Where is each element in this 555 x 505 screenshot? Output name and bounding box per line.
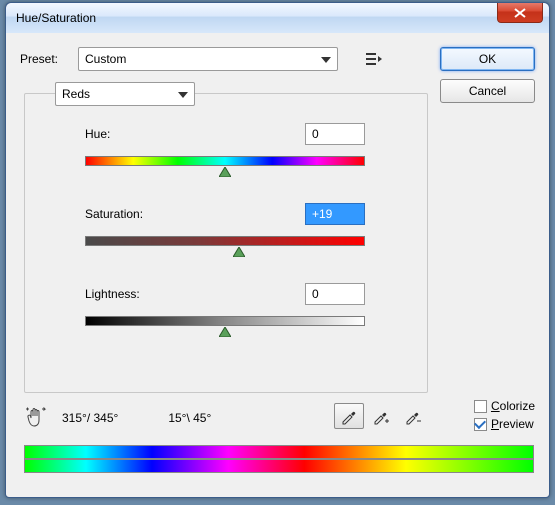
angle-right: 15°\ 45° [168, 411, 211, 425]
window-title: Hue/Saturation [16, 11, 96, 25]
angle-left: 315°/ 345° [62, 411, 118, 425]
cancel-button[interactable]: Cancel [440, 79, 535, 103]
hue-input[interactable]: 0 [305, 123, 365, 145]
ok-button[interactable]: OK [440, 47, 535, 71]
range-row: 315°/ 345° 15°\ 45° [24, 403, 428, 433]
options-checkboxes: Colorize Preview [474, 399, 535, 431]
color-bar-bottom[interactable] [24, 459, 534, 473]
adjustment-group: Reds Hue: 0 Saturation: [24, 93, 428, 393]
lightness-slider-block: Lightness: 0 [85, 282, 365, 326]
checkbox-box [474, 400, 487, 413]
close-button[interactable] [497, 3, 543, 23]
eyedropper-add-tool[interactable] [366, 403, 396, 429]
checkbox-box [474, 418, 487, 431]
close-icon [514, 8, 526, 18]
saturation-input[interactable]: +19 [305, 203, 365, 225]
targeted-adjust-tool[interactable] [24, 406, 52, 431]
preset-label: Preset: [20, 52, 68, 66]
hue-slider-block: Hue: 0 [85, 122, 365, 166]
saturation-slider-thumb[interactable] [233, 246, 245, 256]
eyedropper-subtract-tool[interactable] [398, 403, 428, 429]
channel-dropdown[interactable]: Reds [55, 82, 195, 106]
saturation-slider-block: Saturation: +19 [85, 202, 365, 246]
eyedropper-tool[interactable] [334, 403, 364, 429]
hue-slider-thumb[interactable] [219, 166, 231, 176]
preview-checkbox[interactable]: Preview [474, 417, 535, 431]
color-bar-top[interactable] [24, 445, 534, 459]
preview-label: Preview [491, 417, 534, 431]
eyedropper-plus-icon [372, 407, 390, 425]
colorize-checkbox[interactable]: Colorize [474, 399, 535, 413]
chevron-down-icon [321, 52, 331, 66]
lightness-slider-thumb[interactable] [219, 326, 231, 336]
eyedropper-icon [340, 407, 358, 425]
lightness-slider[interactable] [85, 316, 365, 326]
saturation-label: Saturation: [85, 207, 143, 221]
hue-slider[interactable] [85, 156, 365, 166]
eyedropper-tools [334, 403, 428, 429]
dialog-content: Preset: Custom OK Cancel [6, 33, 549, 497]
hand-icon [24, 406, 48, 428]
lightness-label: Lightness: [85, 287, 140, 301]
channel-value: Reds [62, 87, 90, 101]
preset-menu-button[interactable] [366, 52, 382, 66]
color-range-bars [24, 445, 534, 473]
dialog-buttons: OK Cancel [440, 47, 535, 103]
menu-icon [366, 52, 382, 66]
preset-value: Custom [85, 52, 126, 66]
colorize-label: Colorize [491, 399, 535, 413]
lightness-input[interactable]: 0 [305, 283, 365, 305]
titlebar[interactable]: Hue/Saturation [6, 3, 549, 33]
hue-label: Hue: [85, 127, 110, 141]
hue-saturation-dialog: Hue/Saturation Preset: Custom [5, 2, 550, 498]
chevron-down-icon [178, 87, 188, 101]
preset-dropdown[interactable]: Custom [78, 47, 338, 71]
eyedropper-minus-icon [404, 407, 422, 425]
saturation-slider[interactable] [85, 236, 365, 246]
